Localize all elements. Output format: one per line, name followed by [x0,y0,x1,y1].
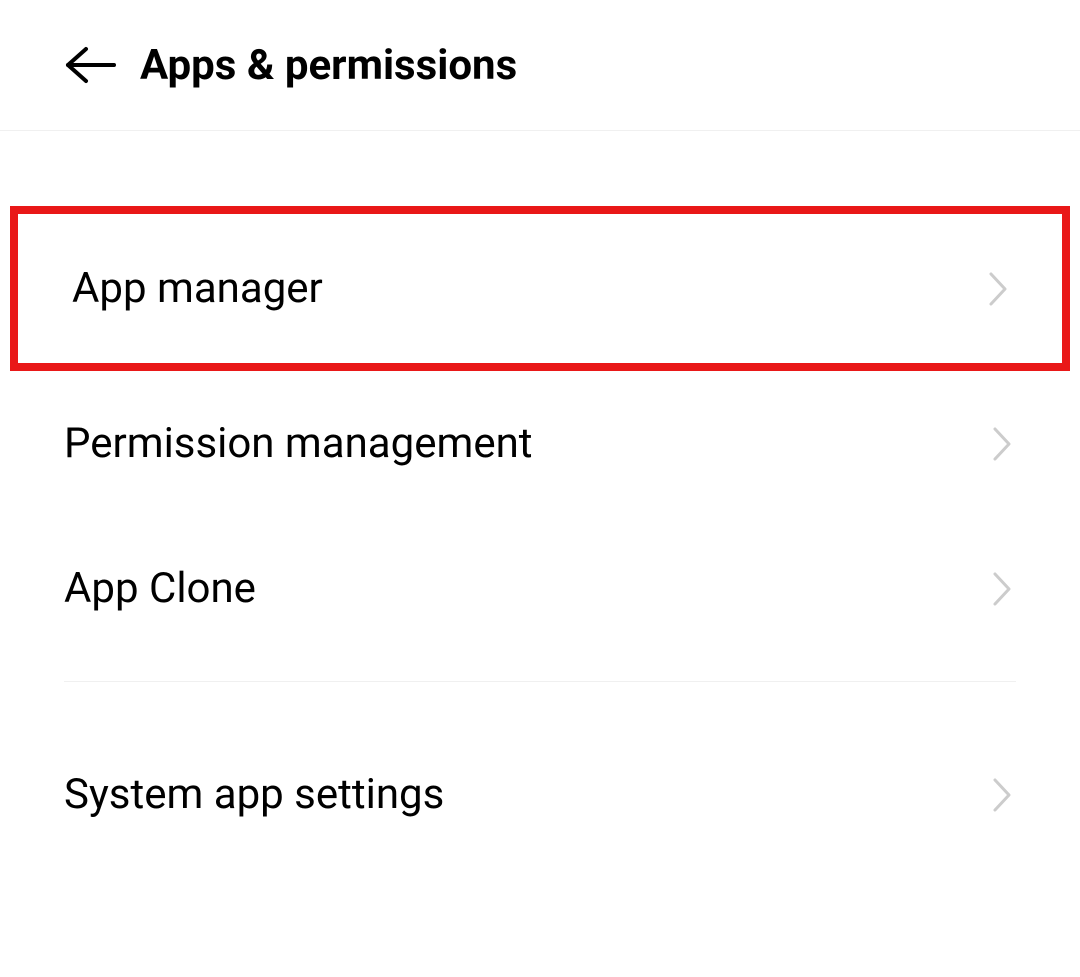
list-item-label: App Clone [64,564,256,613]
list-item-label: System app settings [64,770,444,819]
chevron-right-icon [984,267,1012,311]
chevron-right-icon [988,773,1016,817]
divider [64,681,1016,682]
chevron-right-icon [988,422,1016,466]
chevron-right-icon [988,567,1016,611]
page-title: Apps & permissions [140,41,517,90]
list-item-app-clone[interactable]: App Clone [0,516,1080,661]
header: Apps & permissions [0,0,1080,131]
list-item-label: App manager [72,264,323,313]
list-item-permission-management[interactable]: Permission management [0,371,1080,516]
list-item-system-app-settings[interactable]: System app settings [0,722,1080,867]
back-arrow-icon[interactable] [60,40,120,90]
list-item-label: Permission management [64,419,533,468]
list-item-app-manager[interactable]: App manager [10,206,1070,371]
settings-list: App manager Permission management App Cl… [0,131,1080,867]
